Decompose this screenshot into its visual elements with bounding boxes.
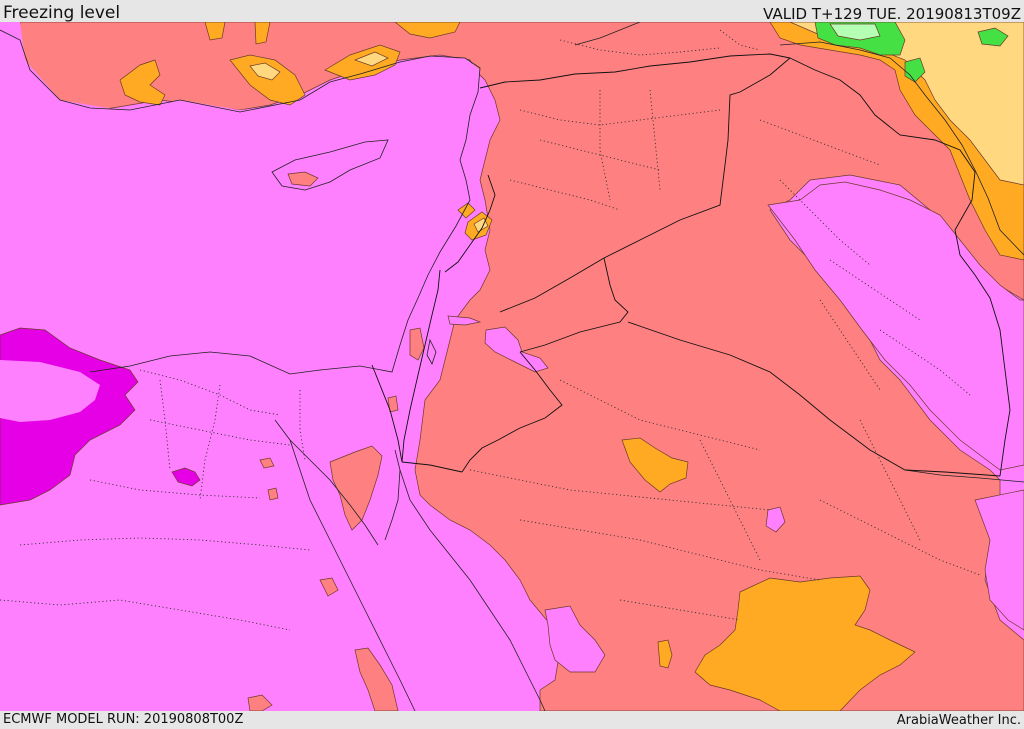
model-run-label: ECMWF MODEL RUN: 20190808T00Z [3,712,244,727]
credit-label: ArabiaWeather Inc. [896,713,1021,728]
mid-level-patch-egypt-2 [267,487,279,501]
footer-bar: ECMWF MODEL RUN: 20190808T00Z ArabiaWeat… [0,711,1024,729]
header-bar: Freezing level VALID T+129 TUE. 20190813… [0,0,1024,23]
map-title: Freezing level [3,3,121,23]
map-frame: Freezing level VALID T+129 TUE. 20190813… [0,0,1024,729]
freezing-level-map [0,22,1024,711]
map-canvas [0,22,1024,711]
valid-time-label: VALID T+129 TUE. 20190813T09Z [763,5,1021,23]
